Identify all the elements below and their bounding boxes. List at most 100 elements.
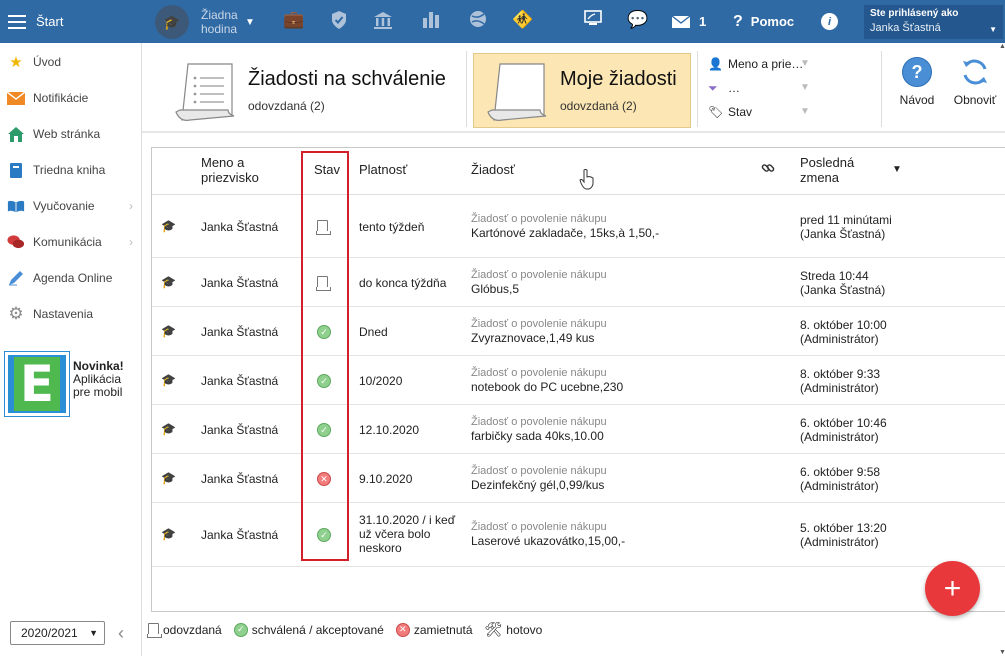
add-request-button[interactable]: + [925,561,980,616]
submitted-status-icon [316,276,331,291]
cell-request[interactable]: Žiadosť o povolenie nákupu Glóbus,5 [471,268,607,296]
cell-validity: 12.10.2020 [359,423,420,437]
sidebar-item-label: Úvod [33,55,62,69]
cell-last-change: 8. október 9:33 (Administrátor) [800,367,881,395]
student-cap-icon: 🎓 [161,275,176,289]
scroll-document-icon [172,60,242,122]
sidebar-item-label: Nastavenia [33,307,94,321]
walking-people-icon[interactable]: 🚸 [512,10,533,30]
student-cap-icon: 🎓 [161,471,176,485]
shield-icon[interactable] [330,10,348,35]
mobile-app-promo[interactable]: E Novinka! Aplikácia pre mobil [4,351,137,418]
request-detail: Laserové ukazovátko,15,00,- [471,534,626,548]
student-cap-icon: 🎓 [161,324,176,338]
column-header-name[interactable]: Meno a priezvisko [201,155,291,185]
user-menu[interactable]: Ste prihlásený ako Janka Šťastná ▼ [864,5,1003,39]
chat-bubbles-icon[interactable]: 💬 [627,10,648,30]
start-label: Štart [36,14,64,29]
tools-icon: 🛠 [484,621,503,637]
sidebar-item-komunikacia[interactable]: Komunikácia › [0,224,141,260]
cell-last-change: 5. október 13:20 (Administrátor) [800,521,887,549]
table-row[interactable]: 🎓 Janka Šťastná ✓ 12.10.2020 Žiadosť o povol… [152,405,1005,454]
sidebar: ★ Úvod Notifikácie Web stránka Triedna k… [0,43,142,656]
messages-button[interactable]: 1 [671,0,706,43]
column-header-status[interactable]: Stav [314,162,340,177]
help-guide-button[interactable]: ? Návod [887,57,947,107]
screen-icon[interactable] [584,10,602,31]
request-type: Žiadosť o povolenie nákupu [471,465,607,477]
sidebar-item-label: Web stránka [33,127,101,141]
cell-last-change: pred 11 minútami (Janka Šťastná) [800,213,892,241]
cell-name: Janka Šťastná [201,528,279,542]
ball-icon[interactable] [469,10,487,33]
filter-name[interactable]: 👤 Meno a prie… [708,54,803,74]
sidebar-item-agenda-online[interactable]: Agenda Online [0,260,141,296]
table-header: Meno a priezvisko Stav Platnosť Žiadosť … [152,148,1005,195]
cell-validity: tento týždeň [359,220,425,234]
toolbar: Žiadosti na schválenie odovzdaná (2) Moj… [142,43,1005,133]
sidebar-item-uvod[interactable]: ★ Úvod [0,44,141,80]
open-book-icon [7,197,25,215]
chevron-right-icon: › [129,199,133,213]
request-type: Žiadosť o povolenie nákupu [471,318,607,330]
table-row[interactable]: 🎓 Janka Šťastná do konca týždňa Žiadosť o p… [152,258,1005,307]
cell-request[interactable]: Žiadosť o povolenie nákupu notebook do PC… [471,366,623,394]
bar-chart-icon[interactable] [422,10,440,33]
chevron-down-icon: ▼ [89,628,98,638]
sidebar-item-label: Vyučovanie [33,199,95,213]
cell-request[interactable]: Žiadosť o povolenie nákupu Dezinfekčný gé… [471,464,607,492]
start-menu-button[interactable]: Štart [0,0,142,43]
table-row[interactable]: 🎓 Janka Šťastná ✓ 31.10.2020 / i keď už vče… [152,503,1005,567]
table-row[interactable]: 🎓 Janka Šťastná ✓ Dned Žiadosť o povolenie n… [152,307,1005,356]
info-button[interactable]: i [821,0,838,43]
question-circle-icon: ? [902,57,932,87]
filter-label: Stav [728,105,753,119]
chevron-down-icon: ▼ [245,16,255,28]
legend-done: hotovo [506,622,543,637]
collapse-sidebar-icon[interactable]: ‹ [118,623,124,644]
briefcase-icon[interactable]: 💼 [283,10,304,30]
filter-type[interactable]: ⏷ … [708,78,740,98]
home-icon [7,125,25,143]
help-button[interactable]: ? Pomoc [733,0,794,43]
column-header-last-change[interactable]: Posledná zmena [800,155,880,185]
link-icon[interactable] [761,161,775,178]
table-row[interactable]: 🎓 Janka Šťastná tento týždeň Žiadosť o povo… [152,195,1005,258]
request-detail: Zvyraznovace,1,49 kus [471,331,595,345]
cell-request[interactable]: Žiadosť o povolenie nákupu farbičky sada … [471,415,607,443]
cell-request[interactable]: Žiadosť o povolenie nákupu Laserové ukazo… [471,520,625,548]
student-cap-icon: 🎓 [161,527,176,541]
cell-request[interactable]: Žiadosť o povolenie nákupu Zvyraznovace,1… [471,317,607,345]
sidebar-item-label: Triedna kniha [33,163,106,177]
filter-status[interactable]: 🏷 Stav [708,102,752,122]
tab-my-requests[interactable]: Moje žiadosti odovzdaná (2) [473,53,691,128]
scrollbar[interactable]: ▲ ▼ [996,43,1005,656]
column-header-validity[interactable]: Platnosť [359,162,407,177]
sidebar-item-nastavenia[interactable]: ⚙ Nastavenia [0,296,141,332]
sort-desc-icon[interactable]: ▼ [892,162,902,177]
column-header-request[interactable]: Žiadosť [471,162,515,177]
table-row[interactable]: 🎓 Janka Šťastná ✕ 9.10.2020 Žiadosť o povole… [152,454,1005,503]
lesson-selector[interactable]: 🎓 Žiadna hodina ▼ [155,5,255,39]
envelope-icon [7,89,25,107]
sidebar-item-notifikacie[interactable]: Notifikácie [0,80,141,116]
approved-status-icon: ✓ [317,374,331,388]
student-cap-icon: 🎓 [161,219,176,233]
chevron-down-icon[interactable]: ▼ [800,82,810,93]
tab-subtitle: odovzdaná (2) [248,99,325,113]
sidebar-item-triedna-kniha[interactable]: Triedna kniha [0,152,141,188]
cell-request[interactable]: Žiadosť o povolenie nákupu Kartónové zakl… [471,212,659,240]
book-icon [7,161,25,179]
table-row[interactable]: 🎓 Janka Šťastná ✓ 10/2020 Žiadosť o povoleni… [152,356,1005,405]
sidebar-item-web-stranka[interactable]: Web stránka [0,116,141,152]
request-detail: notebook do PC ucebne,230 [471,380,624,394]
chevron-down-icon[interactable]: ▼ [800,106,810,117]
sidebar-item-label: Agenda Online [33,271,113,285]
sidebar-item-vyucovanie[interactable]: Vyučovanie › [0,188,141,224]
cell-name: Janka Šťastná [201,423,279,437]
question-mark-icon: ? [733,12,743,30]
building-icon[interactable] [373,10,393,35]
chevron-down-icon[interactable]: ▼ [800,58,810,69]
school-year-select[interactable]: 2020/2021 ▼ [10,621,105,645]
tab-requests-to-approve[interactable]: Žiadosti na schválenie odovzdaná (2) [162,53,462,128]
